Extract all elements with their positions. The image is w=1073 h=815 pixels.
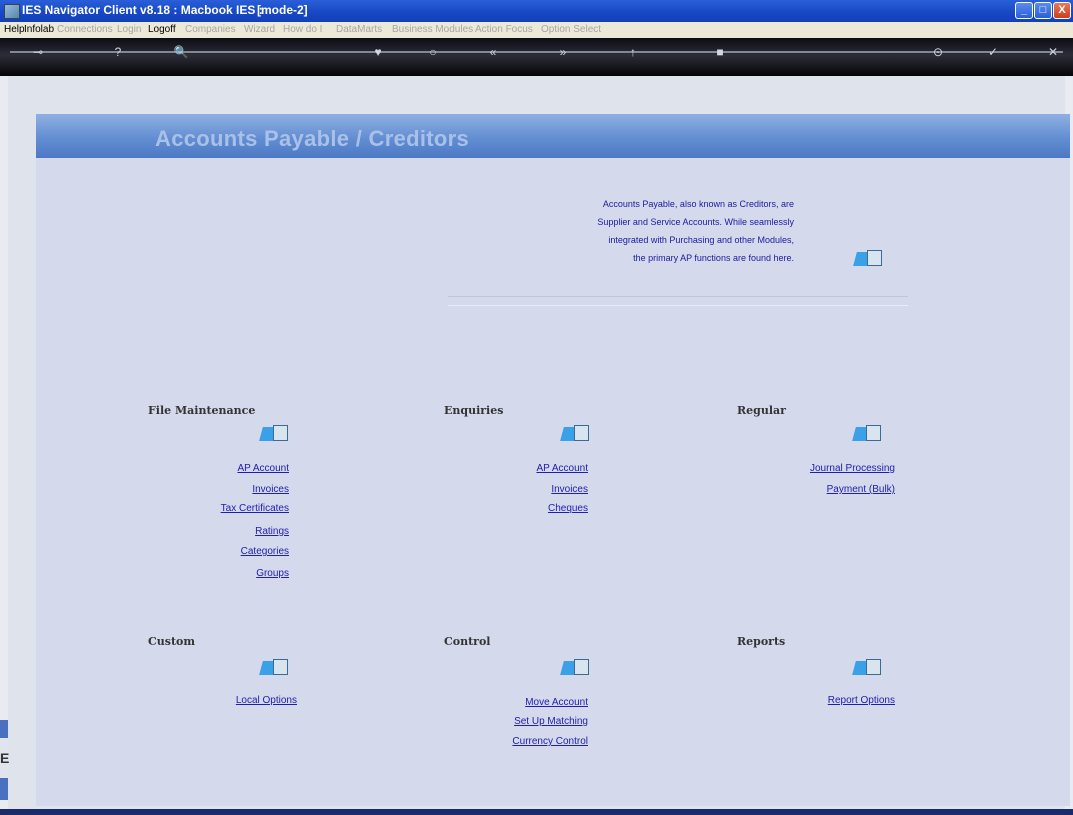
link-invoices[interactable]: Invoices [252, 484, 289, 495]
page-title: Accounts Payable / Creditors [155, 126, 470, 151]
link-currency-control[interactable]: Currency Control [512, 736, 588, 747]
window-mode: [mode-2] [257, 3, 308, 17]
section-title-regular: Regular [737, 404, 786, 417]
menu-action-focus[interactable]: Action Focus [475, 24, 533, 35]
menu-connections[interactable]: Connections [57, 24, 113, 35]
section-title-enquiries: Enquiries [444, 404, 504, 417]
print-icon[interactable]: ⊙ [930, 45, 946, 59]
link-enquiry-cheques[interactable]: Cheques [548, 503, 588, 514]
link-enquiry-ap-account[interactable]: AP Account [536, 463, 588, 474]
search-icon[interactable]: 🔍 [173, 45, 189, 59]
forward-icon[interactable]: » [555, 45, 571, 59]
title-bar: IES Navigator Client v8.18 : Macbook IES… [0, 0, 1073, 22]
intro-text: Accounts Payable, also known as Creditor… [500, 195, 794, 267]
link-enquiry-invoices[interactable]: Invoices [551, 484, 588, 495]
toolbar-track [10, 51, 1063, 53]
back-icon[interactable]: « [485, 45, 501, 59]
menu-help[interactable]: Help [4, 24, 25, 35]
section-title-file-maintenance: File Maintenance [148, 404, 256, 417]
close-icon[interactable]: ✕ [1045, 45, 1061, 59]
file-maintenance-app-icon[interactable] [259, 425, 289, 443]
menu-wizard[interactable]: Wizard [244, 24, 275, 35]
menu-logoff[interactable]: Logoff [148, 24, 176, 35]
link-ap-account[interactable]: AP Account [237, 463, 289, 474]
heart-icon[interactable]: ♥ [370, 45, 386, 59]
menu-bar: Help Infolab Connections Login Logoff Co… [0, 22, 1073, 38]
section-title-reports: Reports [737, 635, 786, 648]
toolbar: ⊸ ? 🔍 ♥ ○ « » ↑ ■ ⊙ ✓ ✕ [0, 38, 1073, 76]
menu-datamarts[interactable]: DataMarts [336, 24, 382, 35]
divider [448, 296, 908, 306]
menu-login[interactable]: Login [117, 24, 141, 35]
window-title: IES Navigator Client v8.18 : Macbook IES… [22, 3, 263, 17]
maximize-button[interactable]: □ [1034, 2, 1052, 19]
intro-line: Supplier and Service Accounts. While sea… [597, 217, 794, 227]
enquiries-app-icon[interactable] [560, 425, 590, 443]
intro-line: the primary AP functions are found here. [633, 253, 794, 263]
check-icon[interactable]: ✓ [985, 45, 1001, 59]
help-icon[interactable]: ? [110, 45, 126, 59]
link-tax-certificates[interactable]: Tax Certificates [221, 503, 289, 514]
key-icon[interactable]: ⊸ [30, 45, 46, 59]
intro-line: Accounts Payable, also known as Creditor… [602, 199, 794, 209]
close-button[interactable]: X [1053, 2, 1071, 19]
link-payment-bulk[interactable]: Payment (Bulk) [827, 484, 895, 495]
reports-app-icon[interactable] [852, 659, 882, 677]
side-panel-letter: E [0, 750, 10, 766]
app-window: IES Navigator Client v8.18 : Macbook IES… [0, 0, 1073, 815]
menu-infolab[interactable]: Infolab [24, 24, 54, 35]
link-ratings[interactable]: Ratings [255, 526, 289, 537]
menu-companies[interactable]: Companies [185, 24, 236, 35]
link-categories[interactable]: Categories [241, 546, 289, 557]
custom-app-icon[interactable] [259, 659, 289, 677]
circle-icon[interactable]: ○ [425, 45, 441, 59]
link-groups[interactable]: Groups [256, 568, 289, 579]
section-title-control: Control [444, 635, 491, 648]
menu-how-do-i[interactable]: How do I [283, 24, 322, 35]
link-local-options[interactable]: Local Options [236, 695, 297, 706]
up-icon[interactable]: ↑ [625, 45, 641, 59]
menu-business-modules[interactable]: Business Modules [392, 24, 473, 35]
module-app-icon[interactable] [853, 250, 883, 268]
minimize-button[interactable]: _ [1015, 2, 1033, 19]
stop-icon[interactable]: ■ [712, 45, 728, 59]
link-move-account[interactable]: Move Account [525, 697, 588, 708]
regular-app-icon[interactable] [852, 425, 882, 443]
window-bottom-border [0, 809, 1073, 815]
link-journal-processing[interactable]: Journal Processing [810, 463, 895, 474]
control-app-icon[interactable] [560, 659, 590, 677]
link-report-options[interactable]: Report Options [828, 695, 895, 706]
intro-line: integrated with Purchasing and other Mod… [608, 235, 794, 245]
link-set-up-matching[interactable]: Set Up Matching [514, 716, 588, 727]
section-title-custom: Custom [148, 635, 196, 648]
app-icon [4, 4, 20, 19]
menu-option-select[interactable]: Option Select [541, 24, 601, 35]
